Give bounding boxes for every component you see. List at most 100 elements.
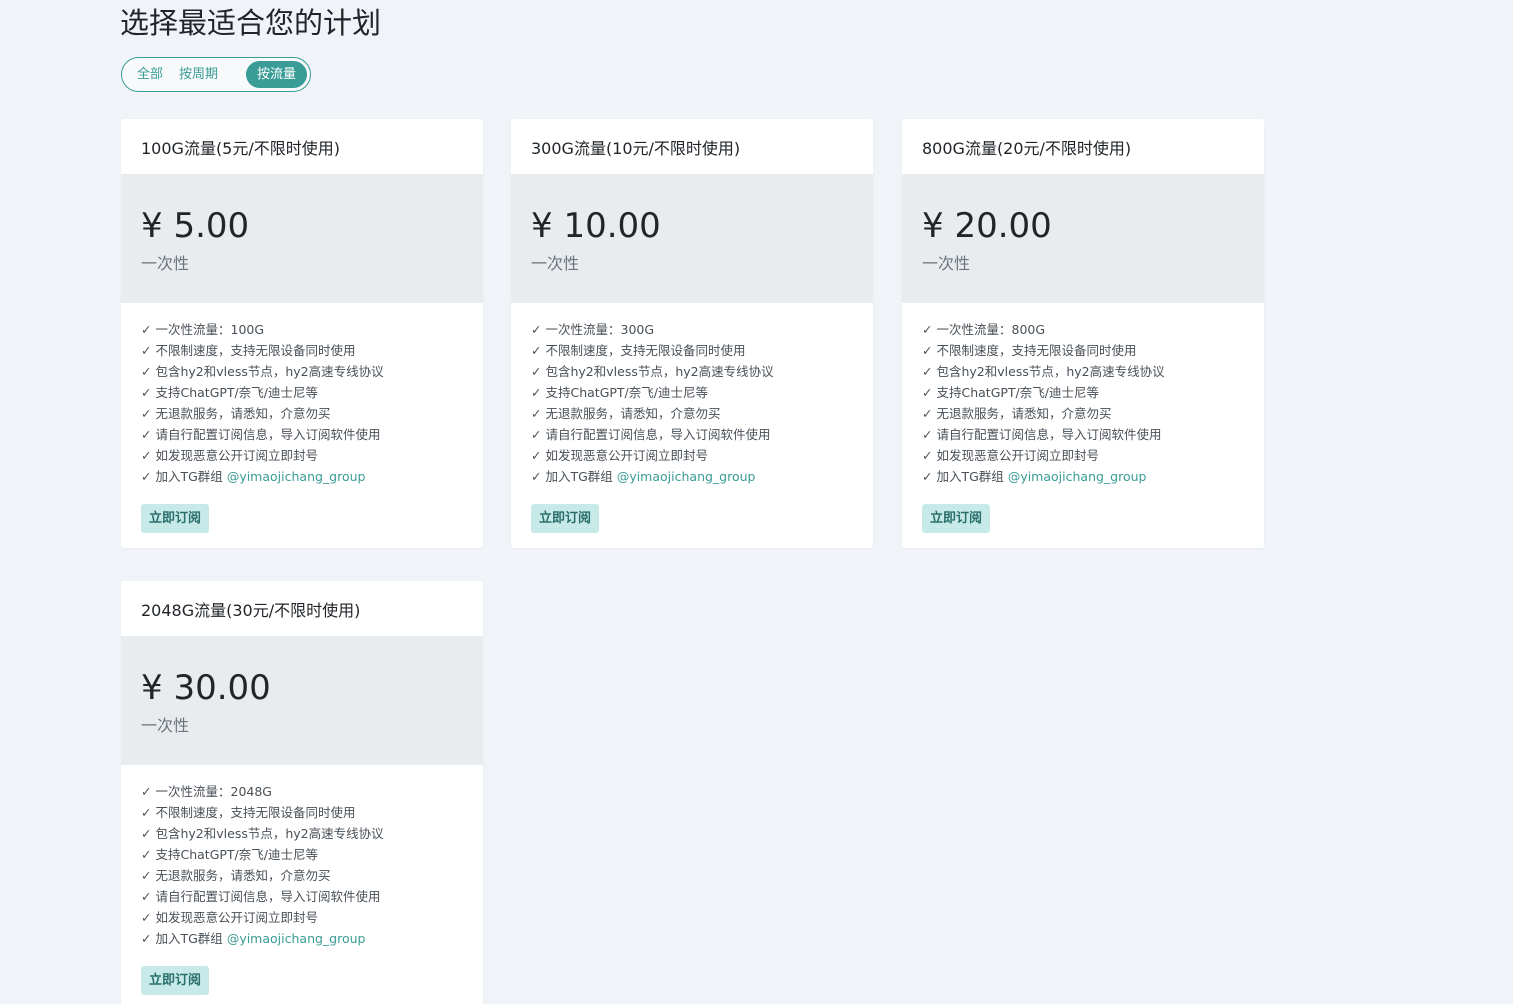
feature-item: ✓ 不限制速度，支持无限设备同时使用 [141,343,356,358]
check-icon: ✓ [531,427,542,442]
check-icon: ✓ [141,784,152,799]
feature-item: ✓ 一次性流量：100G [141,322,265,337]
plan-name: 300G流量(10元/不限时使用) [531,138,741,158]
plan-name: 800G流量(20元/不限时使用) [922,138,1132,158]
check-icon: ✓ [141,322,152,337]
feature-item: ✓ 支持ChatGPT/奈飞/迪士尼等 [141,385,318,400]
plan-name: 2048G流量(30元/不限时使用) [141,600,361,620]
feature-item: ✓ 如发现恶意公开订阅立即封号 [141,910,318,925]
plan-card: 2048G流量(30元/不限时使用) ¥ 30.00 一次性 ✓ 一次性流量：20… [121,581,483,1004]
page-title: 选择最适合您的计划 [120,6,382,40]
feature-item: ✓ 一次性流量：300G [531,322,655,337]
plan-period: 一次性 [922,254,971,273]
price-block: ¥ 20.00 一次性 [902,174,1264,303]
filter-by-traffic-button[interactable]: 按流量 [245,61,307,88]
check-icon: ✓ [141,385,152,400]
subscribe-button[interactable]: 立即订阅 [141,966,210,995]
check-icon: ✓ [531,343,542,358]
check-icon: ✓ [141,910,152,925]
check-icon: ✓ [531,469,542,484]
feature-item: ✓ 加入TG群组 @yimaojichang_group [141,469,366,484]
plan-name: 100G流量(5元/不限时使用) [141,138,340,158]
plan-period: 一次性 [141,716,190,735]
plan-filter-group: 全部 按周期 按流量 [121,57,311,92]
feature-item: ✓ 支持ChatGPT/奈飞/迪士尼等 [922,385,1099,400]
price-block: ¥ 5.00 一次性 [121,174,483,303]
plan-price: ¥ 5.00 [141,206,250,246]
check-icon: ✓ [922,448,933,463]
plan-price: ¥ 20.00 [922,206,1052,246]
check-icon: ✓ [531,406,542,421]
feature-item: ✓ 支持ChatGPT/奈飞/迪士尼等 [531,385,708,400]
feature-item: ✓ 请自行配置订阅信息，导入订阅软件使用 [141,889,381,904]
feature-list: ✓ 一次性流量：2048G ✓ 不限制速度，支持无限设备同时使用 ✓ 包含hy2和vl… [121,765,483,949]
check-icon: ✓ [141,448,152,463]
check-icon: ✓ [922,469,933,484]
feature-item: ✓ 加入TG群组 @yimaojichang_group [531,469,756,484]
check-icon: ✓ [922,385,933,400]
filter-by-period-button[interactable]: 按周期 [171,61,226,88]
price-block: ¥ 30.00 一次性 [121,636,483,765]
feature-item: ✓ 无退款服务，请悉知，介意勿买 [922,406,1112,421]
feature-item: ✓ 请自行配置订阅信息，导入订阅软件使用 [141,427,381,442]
plan-price: ¥ 30.00 [141,668,271,708]
feature-item: ✓ 如发现恶意公开订阅立即封号 [922,448,1099,463]
check-icon: ✓ [141,427,152,442]
feature-item: ✓ 如发现恶意公开订阅立即封号 [141,448,318,463]
tg-group-link[interactable]: @yimaojichang_group [227,469,366,484]
filter-all-button[interactable]: 全部 [129,61,171,88]
feature-list: ✓ 一次性流量：300G ✓ 不限制速度，支持无限设备同时使用 ✓ 包含hy2和vle… [511,303,873,487]
check-icon: ✓ [922,322,933,337]
subscribe-button[interactable]: 立即订阅 [531,504,600,533]
check-icon: ✓ [531,448,542,463]
tg-group-link[interactable]: @yimaojichang_group [1008,469,1147,484]
check-icon: ✓ [922,364,933,379]
feature-item: ✓ 包含hy2和vless节点，hy2高速专线协议 [531,364,774,379]
feature-item: ✓ 加入TG群组 @yimaojichang_group [922,469,1147,484]
plan-price: ¥ 10.00 [531,206,661,246]
check-icon: ✓ [922,406,933,421]
tg-group-link[interactable]: @yimaojichang_group [227,931,366,946]
check-icon: ✓ [141,364,152,379]
price-block: ¥ 10.00 一次性 [511,174,873,303]
plan-card: 800G流量(20元/不限时使用) ¥ 20.00 一次性 ✓ 一次性流量：800… [902,119,1264,548]
check-icon: ✓ [922,427,933,442]
feature-item: ✓ 请自行配置订阅信息，导入订阅软件使用 [922,427,1162,442]
feature-item: ✓ 一次性流量：800G [922,322,1046,337]
feature-list: ✓ 一次性流量：100G ✓ 不限制速度，支持无限设备同时使用 ✓ 包含hy2和vle… [121,303,483,487]
check-icon: ✓ [141,406,152,421]
feature-item: ✓ 无退款服务，请悉知，介意勿买 [141,868,331,883]
plan-card: 100G流量(5元/不限时使用) ¥ 5.00 一次性 ✓ 一次性流量：100G … [121,119,483,548]
feature-item: ✓ 加入TG群组 @yimaojichang_group [141,931,366,946]
feature-item: ✓ 不限制速度，支持无限设备同时使用 [922,343,1137,358]
check-icon: ✓ [141,469,152,484]
feature-item: ✓ 一次性流量：2048G [141,784,272,799]
feature-list: ✓ 一次性流量：800G ✓ 不限制速度，支持无限设备同时使用 ✓ 包含hy2和vle… [902,303,1264,487]
feature-item: ✓ 如发现恶意公开订阅立即封号 [531,448,708,463]
feature-item: ✓ 包含hy2和vless节点，hy2高速专线协议 [141,364,384,379]
check-icon: ✓ [922,343,933,358]
plan-card: 300G流量(10元/不限时使用) ¥ 10.00 一次性 ✓ 一次性流量：300… [511,119,873,548]
tg-group-link[interactable]: @yimaojichang_group [617,469,756,484]
check-icon: ✓ [531,322,542,337]
check-icon: ✓ [531,364,542,379]
plan-period: 一次性 [531,254,580,273]
feature-item: ✓ 包含hy2和vless节点，hy2高速专线协议 [922,364,1165,379]
feature-item: ✓ 不限制速度，支持无限设备同时使用 [531,343,746,358]
feature-item: ✓ 包含hy2和vless节点，hy2高速专线协议 [141,826,384,841]
feature-item: ✓ 无退款服务，请悉知，介意勿买 [141,406,331,421]
check-icon: ✓ [141,889,152,904]
subscribe-button[interactable]: 立即订阅 [141,504,210,533]
check-icon: ✓ [531,385,542,400]
check-icon: ✓ [141,931,152,946]
plans-page: 选择最适合您的计划 全部 按周期 按流量 100G流量(5元/不限时使用) ¥ … [0,0,1513,1004]
check-icon: ✓ [141,847,152,862]
check-icon: ✓ [141,868,152,883]
feature-item: ✓ 不限制速度，支持无限设备同时使用 [141,805,356,820]
check-icon: ✓ [141,826,152,841]
feature-item: ✓ 支持ChatGPT/奈飞/迪士尼等 [141,847,318,862]
subscribe-button[interactable]: 立即订阅 [922,504,991,533]
check-icon: ✓ [141,805,152,820]
plan-period: 一次性 [141,254,190,273]
check-icon: ✓ [141,343,152,358]
